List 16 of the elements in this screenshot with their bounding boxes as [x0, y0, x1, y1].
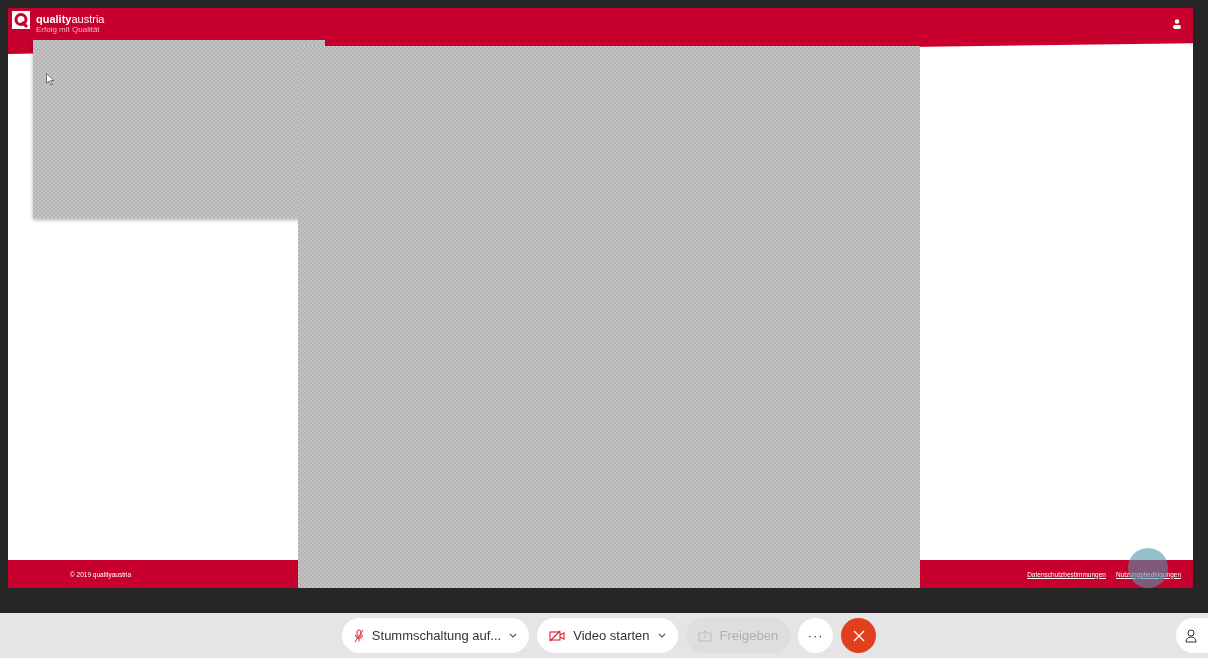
close-icon	[852, 629, 865, 642]
video-button[interactable]: Video starten	[537, 618, 678, 653]
upload-icon	[697, 629, 712, 642]
microphone-muted-icon	[353, 628, 364, 643]
end-call-button[interactable]	[841, 618, 877, 653]
brand-name: qualityaustria	[36, 13, 105, 25]
user-icon[interactable]	[1173, 19, 1181, 29]
logo-icon	[12, 11, 30, 29]
brand-tagline: Erfolg mit Qualität	[36, 25, 101, 34]
person-icon	[1185, 628, 1199, 643]
mute-button[interactable]: Stummschaltung auf...	[341, 618, 530, 653]
caret-icon[interactable]	[509, 633, 518, 638]
more-button[interactable]: ···	[798, 618, 834, 653]
mouse-pointer-icon	[46, 73, 55, 86]
caret-icon[interactable]	[657, 633, 666, 638]
camera-off-icon	[549, 629, 566, 642]
